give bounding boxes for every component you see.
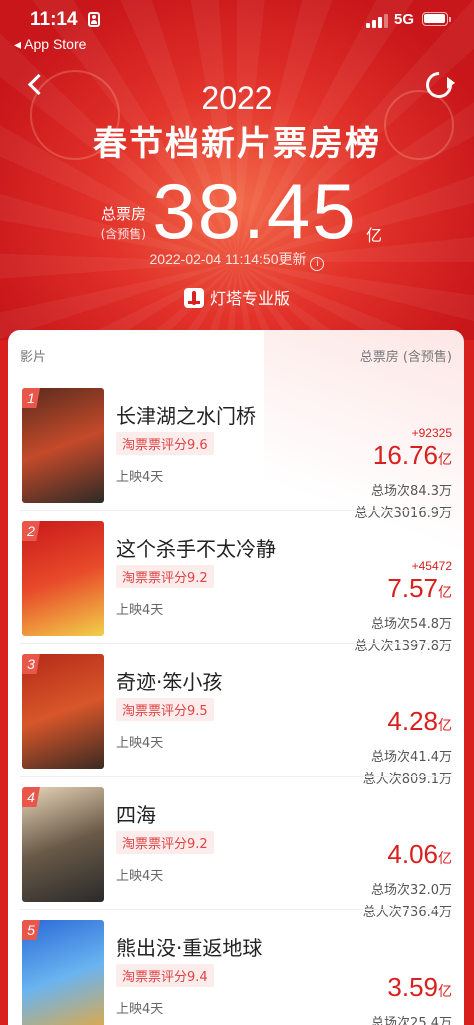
movie-title[interactable]: 四海	[116, 799, 156, 828]
realtime-delta: +45472	[411, 559, 452, 573]
total-shows: 总场次84.3万	[371, 484, 452, 499]
movie-gross: 16.76亿	[373, 440, 452, 471]
score-badge: 淘票票评分9.6	[116, 432, 214, 455]
updated-text: 2022-02-04 11:14:50更新	[149, 251, 307, 267]
movie-row[interactable]: 1 长津湖之水门桥 淘票票评分9.6 上映4天 +92325 16.76亿 总场…	[8, 378, 464, 521]
movie-poster[interactable]: 2	[22, 521, 104, 636]
movie-poster[interactable]: 4	[22, 787, 104, 902]
movie-poster[interactable]: 3	[22, 654, 104, 769]
back-app-label: App Store	[24, 36, 87, 52]
year-label: 2022	[201, 80, 273, 116]
gross-unit: 亿	[438, 718, 452, 734]
gross-unit: 亿	[438, 851, 452, 867]
score-badge: 淘票票评分9.4	[116, 964, 214, 987]
person-icon	[88, 12, 100, 27]
total-shows: 总场次54.8万	[371, 617, 452, 632]
release-days: 上映4天	[116, 470, 164, 485]
rank-badge: 4	[22, 787, 40, 807]
movie-title[interactable]: 熊出没·重返地球	[116, 932, 262, 961]
gross-value: 16.76	[372, 440, 438, 470]
movie-row[interactable]: 2 这个杀手不太冷静 淘票票评分9.2 上映4天 +45472 7.57亿 总场…	[8, 511, 464, 654]
score-badge: 淘票票评分9.2	[116, 565, 214, 588]
total-shows: 总场次41.4万	[371, 750, 452, 765]
signal-icon	[366, 14, 388, 28]
movie-row[interactable]: 3 奇迹·笨小孩 淘票票评分9.5 上映4天 4.28亿 总场次41.4万 总人…	[8, 644, 464, 787]
gross-value: 4.06	[387, 839, 438, 869]
rank-badge: 2	[22, 521, 40, 541]
rank-badge: 1	[22, 388, 40, 408]
release-days: 上映4天	[116, 1002, 164, 1017]
movie-gross: 4.28亿	[387, 706, 452, 737]
status-time: 11:14	[30, 9, 78, 30]
brand-name: 灯塔专业版	[209, 289, 290, 308]
movie-row[interactable]: 5 熊出没·重返地球 淘票票评分9.4 上映4天 3.59亿 总场次25.4万 …	[8, 910, 464, 1025]
info-icon[interactable]: i	[310, 257, 325, 271]
total-label-main: 总票房	[100, 205, 146, 223]
total-label-sub: (含预售)	[100, 227, 146, 241]
total-shows: 总场次25.4万	[371, 1016, 452, 1025]
ranking-card: 影片 总票房 (含预售) 1 长津湖之水门桥 淘票票评分9.6 上映4天 +92…	[8, 330, 464, 1025]
network-label: 5G	[394, 11, 415, 28]
release-days: 上映4天	[116, 869, 164, 884]
rank-badge: 5	[22, 920, 40, 940]
realtime-delta: +92325	[411, 426, 452, 440]
back-to-app-link[interactable]: ◂ App Store	[14, 36, 86, 53]
movie-gross: 3.59亿	[387, 972, 452, 1003]
score-badge: 淘票票评分9.2	[116, 831, 214, 854]
status-bar: 11:14 5G	[0, 0, 474, 36]
column-header-gross: 总票房 (含预售)	[359, 350, 452, 365]
movie-poster[interactable]: 1	[22, 388, 104, 503]
column-header-movie: 影片	[20, 350, 47, 365]
brand: 灯塔专业版	[0, 285, 474, 309]
movie-title[interactable]: 长津湖之水门桥	[116, 400, 256, 429]
gross-value: 7.57	[387, 573, 438, 603]
gross-value: 4.28	[387, 706, 438, 736]
movie-gross: 7.57亿	[387, 573, 452, 604]
gross-unit: 亿	[438, 984, 452, 1000]
movie-poster[interactable]: 5	[22, 920, 104, 1025]
movie-title[interactable]: 这个杀手不太冷静	[116, 533, 276, 562]
gross-unit: 亿	[438, 452, 452, 468]
rank-badge: 3	[22, 654, 40, 674]
updated-time: 2022-02-04 11:14:50更新 i	[0, 249, 474, 271]
lighthouse-logo-icon	[183, 288, 204, 308]
hero-banner: 11:14 5G ◂ App Store 2022 春节档新片票房榜 总票房 (…	[0, 0, 474, 340]
gross-unit: 亿	[438, 585, 452, 601]
total-label: 总票房 (含预售)	[86, 204, 146, 244]
movie-title[interactable]: 奇迹·笨小孩	[116, 666, 222, 695]
score-badge: 淘票票评分9.5	[116, 698, 214, 721]
page-title: 春节档新片票房榜	[93, 124, 381, 164]
release-days: 上映4天	[116, 603, 164, 618]
release-days: 上映4天	[116, 736, 164, 751]
gross-value: 3.59	[387, 972, 438, 1002]
battery-icon	[422, 12, 451, 26]
movie-row[interactable]: 4 四海 淘票票评分9.2 上映4天 4.06亿 总场次32.0万 总人次736…	[8, 777, 464, 920]
total-unit: 亿	[366, 226, 383, 245]
movie-gross: 4.06亿	[387, 839, 452, 870]
total-box-office: 38.45	[152, 167, 358, 255]
total-shows: 总场次32.0万	[371, 883, 452, 898]
